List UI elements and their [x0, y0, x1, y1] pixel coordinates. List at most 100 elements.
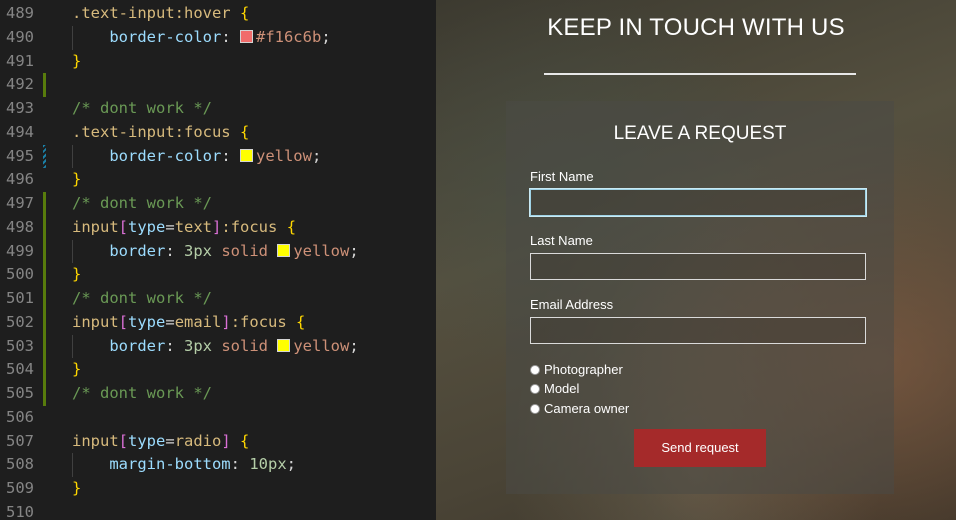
- first-name-input[interactable]: [530, 189, 866, 216]
- git-added-marker: [43, 215, 46, 240]
- code-text: }: [72, 263, 81, 287]
- color-swatch-icon[interactable]: [239, 148, 253, 162]
- color-swatch-icon[interactable]: [277, 338, 291, 352]
- webpage-preview: KEEP IN TOUCH WITH US LEAVE A REQUEST Fi…: [436, 0, 956, 520]
- code-token: {: [240, 431, 250, 450]
- code-line[interactable]: 494 .text-input:focus {: [0, 121, 436, 145]
- code-line[interactable]: 497 /* dont work */: [0, 192, 436, 216]
- code-token: type: [128, 312, 166, 331]
- code-line[interactable]: 500}: [0, 263, 436, 287]
- email-input[interactable]: [530, 317, 866, 344]
- code-text: }: [72, 50, 81, 74]
- radio-model[interactable]: Model: [530, 381, 579, 397]
- code-line[interactable]: 509}: [0, 477, 436, 501]
- git-added-marker: [43, 334, 46, 359]
- line-number: 501: [6, 289, 34, 307]
- code-token: :: [165, 336, 184, 355]
- radio-button-icon[interactable]: [530, 384, 540, 394]
- line-number: 502: [6, 312, 34, 331]
- code-token: :: [221, 27, 240, 46]
- send-request-button[interactable]: Send request: [634, 429, 766, 467]
- code-line[interactable]: 491}: [0, 50, 436, 74]
- code-token: ;: [311, 146, 322, 165]
- code-line[interactable]: 492: [0, 73, 436, 97]
- color-swatch-icon[interactable]: [239, 29, 253, 43]
- code-editor[interactable]: 489 .text-input:hover {490 border-color: …: [0, 0, 436, 520]
- radio-camera-owner[interactable]: Camera owner: [530, 401, 629, 417]
- code-text: input[type=email]:focus {: [72, 311, 305, 335]
- code-token: /* dont work */: [72, 289, 212, 307]
- code-text: /* dont work */: [72, 97, 212, 121]
- code-line[interactable]: 496}: [0, 168, 436, 192]
- code-line[interactable]: 506: [0, 406, 436, 430]
- line-number: 490: [6, 27, 34, 46]
- radio-label: Model: [544, 381, 580, 396]
- code-text: }: [72, 168, 81, 192]
- code-line[interactable]: 495 border-color: yellow;: [0, 144, 436, 169]
- request-form: LEAVE A REQUEST First Name Last Name Ema…: [506, 101, 894, 494]
- code-token: ;: [349, 336, 359, 355]
- code-line[interactable]: 489 .text-input:hover {: [0, 2, 436, 26]
- code-text: .text-input:hover {: [72, 2, 249, 26]
- code-token: {: [296, 312, 306, 331]
- code-line[interactable]: 501 /* dont work */: [0, 287, 436, 311]
- radio-photographer[interactable]: Photographer: [530, 362, 623, 378]
- code-text: input[type=radio] {: [72, 430, 249, 454]
- code-token: [: [118, 312, 129, 331]
- code-token: :: [165, 241, 184, 260]
- code-text: border-color: yellow;: [72, 145, 321, 169]
- code-token: }: [72, 51, 82, 70]
- line-number: 492: [6, 75, 34, 94]
- code-token: {: [239, 122, 250, 141]
- code-line[interactable]: 498 input[type=text]:focus {: [0, 215, 436, 240]
- code-token: .text-input:hover: [72, 4, 240, 22]
- code-line[interactable]: 502 input[type=email]:focus {: [0, 310, 436, 335]
- page-heading: KEEP IN TOUCH WITH US: [547, 14, 845, 41]
- code-token: =: [165, 431, 175, 450]
- last-name-input[interactable]: [530, 253, 866, 280]
- git-added-marker: [43, 263, 46, 287]
- code-token: ;: [349, 241, 359, 260]
- code-line[interactable]: 510: [0, 501, 436, 520]
- code-token: input: [72, 312, 119, 331]
- code-token: ;: [286, 455, 296, 474]
- code-token: =: [165, 217, 175, 236]
- code-text: /* dont work */: [72, 382, 212, 406]
- code-token: #f16c6b: [255, 27, 322, 46]
- code-line[interactable]: 499 border: 3px solid yellow;: [0, 239, 436, 264]
- code-token: }: [72, 360, 82, 379]
- code-token: :: [230, 455, 250, 474]
- code-line[interactable]: 490 border-color: #f16c6b;: [0, 25, 436, 50]
- radio-button-icon[interactable]: [530, 404, 540, 414]
- line-number: 506: [6, 407, 34, 426]
- radio-button-icon[interactable]: [530, 365, 540, 375]
- line-number: 500: [6, 265, 34, 284]
- code-token: ]: [221, 312, 231, 331]
- code-text: }: [72, 477, 81, 501]
- code-line[interactable]: 505 /* dont work */: [0, 382, 436, 406]
- code-token: ]: [212, 217, 222, 236]
- code-text: .text-input:focus {: [72, 121, 249, 145]
- git-added-marker: [43, 310, 46, 335]
- code-token: [: [118, 217, 129, 236]
- code-token: solid: [212, 336, 278, 355]
- code-line[interactable]: 507 input[type=radio] {: [0, 430, 436, 454]
- git-added-marker: [43, 73, 46, 97]
- color-swatch-icon[interactable]: [277, 243, 291, 257]
- line-number: 507: [6, 431, 34, 450]
- code-line[interactable]: 493 /* dont work */: [0, 97, 436, 121]
- line-number: 510: [6, 502, 34, 520]
- code-line[interactable]: 504}: [0, 358, 436, 382]
- git-added-marker: [43, 358, 46, 382]
- code-token: /* dont work */: [72, 99, 212, 117]
- code-token: .text-input:focus: [72, 122, 240, 141]
- code-line[interactable]: 508 margin-bottom: 10px;: [0, 453, 436, 477]
- code-line[interactable]: 503 border: 3px solid yellow;: [0, 334, 436, 359]
- code-token: radio: [174, 431, 222, 450]
- code-token: yellow: [293, 336, 350, 355]
- code-token: input: [72, 431, 119, 450]
- code-token: border-color: [109, 27, 222, 46]
- line-number: 499: [6, 241, 34, 260]
- line-number: 498: [6, 217, 34, 236]
